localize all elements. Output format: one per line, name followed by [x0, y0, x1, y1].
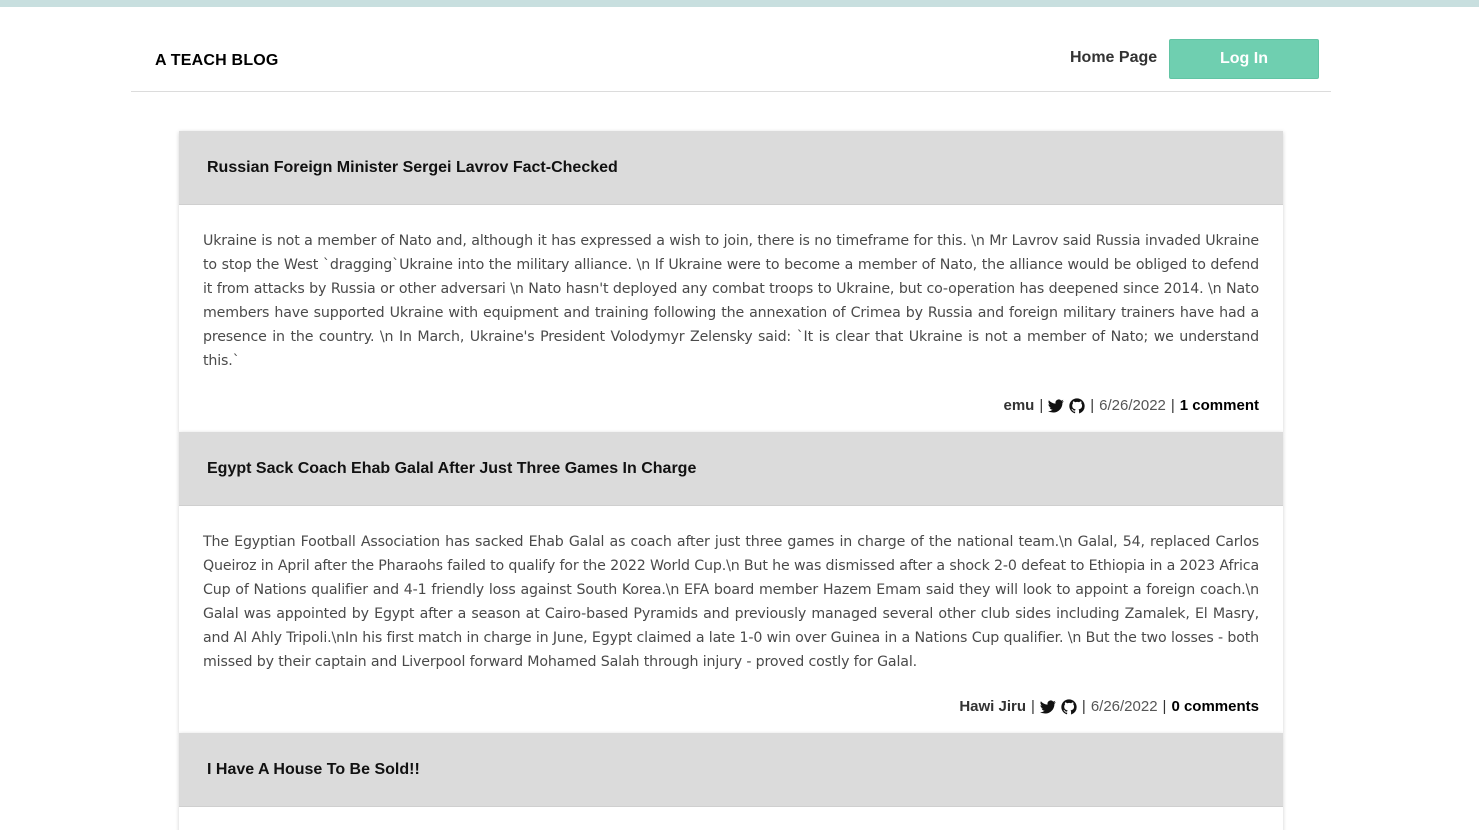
twitter-icon[interactable]	[1048, 398, 1064, 414]
site-brand[interactable]: A TEACH BLOG	[155, 52, 279, 70]
post-header: I Have A House To Be Sold!!	[179, 733, 1283, 807]
post-card: Russian Foreign Minister Sergei Lavrov F…	[179, 131, 1283, 432]
post-feed: Russian Foreign Minister Sergei Lavrov F…	[179, 131, 1283, 830]
post-title[interactable]: Russian Foreign Minister Sergei Lavrov F…	[207, 159, 618, 177]
login-button[interactable]: Log In	[1169, 39, 1319, 79]
post-content: The Egyptian Football Association has sa…	[203, 534, 1259, 670]
post-body: The Egyptian Football Association has sa…	[179, 506, 1283, 733]
post-card: I Have A House To Be Sold!!	[179, 733, 1283, 830]
post-content: Ukraine is not a member of Nato and, alt…	[203, 233, 1259, 369]
post-title[interactable]: Egypt Sack Coach Ehab Galal After Just T…	[207, 460, 696, 478]
post-author: Hawi Jiru	[959, 698, 1026, 715]
nav-home-link[interactable]: Home Page	[1070, 49, 1157, 67]
post-comments-link[interactable]: 0 comments	[1171, 698, 1259, 715]
meta-separator: |	[1162, 698, 1167, 715]
post-meta: Hawi Jiru | | 6/26/2022 | 0 comments	[203, 698, 1259, 715]
meta-separator: |	[1090, 397, 1095, 414]
post-date: 6/26/2022	[1099, 397, 1166, 414]
github-icon[interactable]	[1069, 397, 1085, 414]
twitter-icon[interactable]	[1039, 699, 1056, 715]
meta-separator: |	[1170, 397, 1175, 414]
post-title[interactable]: I Have A House To Be Sold!!	[207, 761, 420, 779]
post-body	[179, 807, 1283, 830]
post-meta: emu | | 6/26/2022 | 1 comment	[203, 397, 1260, 414]
post-date: 6/26/2022	[1090, 698, 1158, 715]
post-card: Egypt Sack Coach Ehab Galal After Just T…	[179, 432, 1283, 733]
meta-separator: |	[1081, 698, 1086, 715]
meta-separator: |	[1031, 698, 1035, 715]
site-header: A TEACH BLOG Home Page Log In	[131, 7, 1331, 92]
github-icon[interactable]	[1061, 698, 1077, 715]
top-accent-bar	[0, 0, 1479, 7]
post-body: Ukraine is not a member of Nato and, alt…	[179, 205, 1283, 432]
post-header: Russian Foreign Minister Sergei Lavrov F…	[179, 131, 1283, 205]
meta-separator: |	[1039, 397, 1044, 414]
post-author: emu	[1003, 397, 1035, 414]
post-header: Egypt Sack Coach Ehab Galal After Just T…	[179, 432, 1283, 506]
post-comments-link[interactable]: 1 comment	[1180, 397, 1259, 414]
